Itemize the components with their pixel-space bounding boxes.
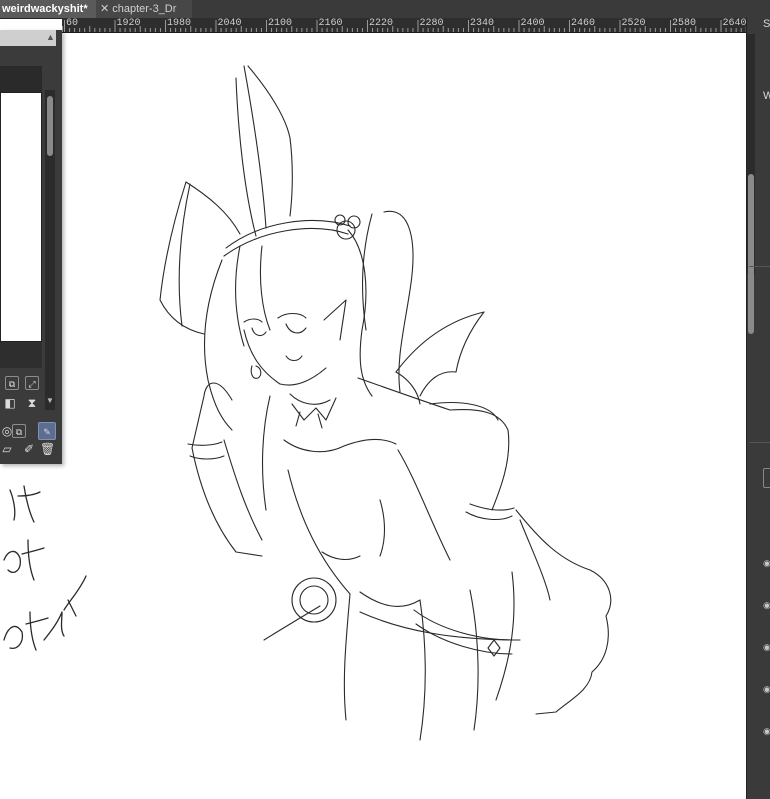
right-dock-panel: S W ◉ ◉ ◉ ◉ ◉	[746, 18, 770, 799]
ruler-tick-label: 2160	[318, 18, 343, 29]
ruler-tick-label: 2640	[722, 18, 747, 29]
navigator-preview[interactable]	[0, 92, 42, 342]
eyedropper-icon[interactable]: ✎	[38, 422, 56, 440]
eye-icon[interactable]: ◉	[763, 726, 770, 737]
trash-icon[interactable]: 🗑	[40, 442, 55, 456]
eye-icon[interactable]: ◉	[763, 684, 770, 695]
navigator-scrollbar[interactable]: ▼	[45, 90, 55, 410]
sketch-drawing	[3, 65, 612, 741]
ruler-tick-label: 2220	[369, 18, 394, 29]
folder-icon[interactable]: ▱	[0, 442, 14, 456]
panel-label-w: W	[763, 90, 770, 102]
navigator-header	[0, 66, 42, 92]
close-icon[interactable]: ✕	[100, 3, 109, 15]
ruler-tick-label: 2340	[470, 18, 495, 29]
ruler-tick-label: 2460	[571, 18, 596, 29]
tab-label: chapter-3_Dr	[112, 3, 177, 15]
ruler-tick-label: 2280	[419, 18, 444, 29]
scroll-down-icon[interactable]: ▼	[45, 396, 55, 405]
tab-chapter-3[interactable]: ✕ chapter-3_Dr	[96, 0, 192, 18]
navigator-title-bar[interactable]: ▲	[0, 30, 56, 46]
document-tab-bar: weirdwackyshit* ✕ chapter-3_Dr	[0, 0, 770, 19]
ruler-tick-label: 2400	[520, 18, 545, 29]
duplicate-icon[interactable]: ⧉	[12, 424, 26, 438]
divider	[749, 266, 770, 267]
eye-icon[interactable]: ◉	[763, 558, 770, 569]
handwritten-note	[3, 485, 87, 651]
ruler-tick-label: 2520	[621, 18, 646, 29]
edit-icon[interactable]: ✐	[22, 442, 36, 456]
ruler-tick-label: 1920	[116, 18, 141, 29]
ruler-tick-label: 2040	[217, 18, 242, 29]
divider	[749, 442, 770, 443]
ruler-tick-label: 2580	[672, 18, 697, 29]
flip-horizontal-icon[interactable]: ◧	[3, 396, 17, 410]
navigator-footer	[0, 342, 42, 368]
horizontal-ruler[interactable]: 60 1920 1980 2040 2100 2160 2220 2280 2340 2400 24…	[62, 18, 747, 33]
panel-label-s: S	[763, 18, 770, 30]
copy-icon[interactable]: ⧉	[5, 376, 19, 390]
ruler-tick-label: 1980	[167, 18, 192, 29]
close-icon[interactable]: ▲	[46, 32, 55, 42]
tab-weirdwackyshit[interactable]: weirdwackyshit*	[0, 0, 97, 18]
layer-mode-dropdown[interactable]	[763, 468, 770, 488]
tab-label: weirdwackyshit*	[2, 3, 88, 15]
flip-vertical-icon[interactable]: ⧗	[25, 396, 39, 410]
scroll-thumb[interactable]	[47, 96, 53, 156]
fit-icon[interactable]: ⤢	[25, 376, 39, 390]
ruler-tick-label: 2100	[268, 18, 293, 29]
drawing-canvas[interactable]	[0, 33, 746, 799]
navigator-panel: ▲ ▼ ⧉ ⤢ ◧ ⧗ ◎ ⧉ ✎ ▱ ✐ 🗑	[0, 30, 62, 464]
scroll-thumb[interactable]	[748, 174, 754, 334]
right-panel-scrollbar[interactable]	[747, 34, 755, 334]
eye-icon[interactable]: ◉	[763, 600, 770, 611]
ruler-tick-label: 60	[66, 18, 79, 29]
eye-icon[interactable]: ◉	[763, 642, 770, 653]
